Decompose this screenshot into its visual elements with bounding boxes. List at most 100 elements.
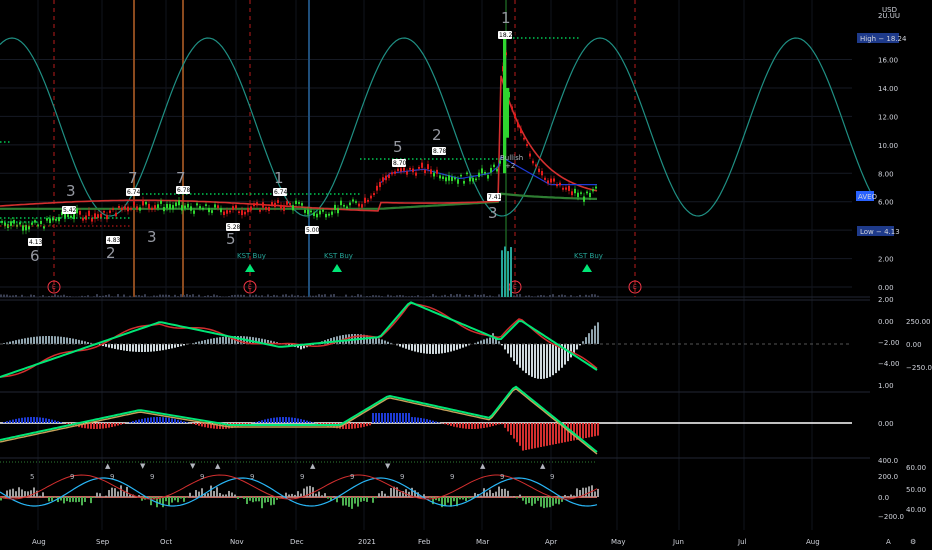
- histogram-bar: [552, 344, 554, 376]
- kst-buy-label-3: KST Buy: [574, 252, 603, 260]
- candle-body: [205, 204, 207, 206]
- price-annotation-text: 6.78: [177, 187, 191, 194]
- volume-bar: [147, 296, 149, 297]
- histogram-bar: [126, 344, 128, 351]
- histogram-bar: [234, 494, 236, 497]
- volume-bar: [411, 295, 413, 297]
- candle-body: [244, 211, 246, 215]
- panel4-right-tick: 50.00: [906, 486, 926, 494]
- histogram-bar: [249, 497, 251, 501]
- histogram-bar: [48, 497, 50, 502]
- candle-body: [409, 168, 411, 170]
- histogram-bar: [303, 419, 305, 423]
- histogram-bar: [408, 413, 410, 423]
- candle-body: [592, 189, 594, 192]
- histogram-bar: [465, 497, 467, 502]
- volume-bar: [405, 296, 407, 297]
- histogram-bar: [540, 423, 542, 447]
- histogram-bar: [567, 495, 569, 497]
- time-tick-label: Apr: [545, 538, 557, 546]
- volume-bar: [456, 294, 458, 297]
- candle-body: [265, 206, 267, 210]
- candle-body: [493, 164, 495, 168]
- histogram-bar: [528, 497, 530, 504]
- candle-body: [271, 202, 273, 205]
- candle-body: [526, 144, 528, 147]
- histogram-bar: [456, 423, 458, 428]
- histogram-bar: [150, 344, 152, 352]
- time-tick-label: Sep: [96, 538, 110, 546]
- histogram-bar: [162, 417, 164, 423]
- candle-body: [529, 153, 531, 157]
- price-annotation-text: 5.00: [306, 227, 320, 234]
- signal-arrow-icon: ▲: [480, 462, 486, 470]
- auto-scale-button[interactable]: A: [886, 538, 891, 546]
- panel2-right-tick: 0.00: [906, 341, 922, 349]
- volume-bar: [525, 295, 527, 297]
- histogram-bar: [558, 423, 560, 444]
- candle-body: [307, 209, 309, 215]
- trading-chart[interactable]: 4.135.424.836.74 6.785.286.745.008.708.78…: [0, 0, 932, 550]
- histogram-bar: [402, 344, 404, 348]
- candle-body: [88, 210, 90, 216]
- histogram-bar: [294, 417, 296, 423]
- candle-body: [355, 201, 357, 203]
- earnings-marker-text: E: [633, 284, 637, 291]
- volume-bar: [291, 294, 293, 297]
- candle-body: [316, 213, 318, 218]
- histogram-bar: [582, 423, 584, 439]
- histogram-bar: [507, 490, 509, 497]
- histogram-bar: [255, 421, 257, 423]
- histogram-bar: [171, 418, 173, 423]
- histogram-bar: [423, 344, 425, 354]
- histogram-bar: [24, 491, 26, 497]
- histogram-bar: [468, 423, 470, 429]
- histogram-bar: [552, 423, 554, 445]
- histogram-bar: [177, 344, 179, 347]
- candle-body: [544, 177, 546, 180]
- histogram-bar: [156, 344, 158, 352]
- histogram-bar: [372, 413, 374, 423]
- settings-gear-icon[interactable]: ⚙: [910, 538, 916, 546]
- candle-body: [31, 222, 33, 225]
- candle-body: [574, 188, 576, 194]
- histogram-bar: [465, 423, 467, 429]
- price-top-label: 2U.UU: [878, 12, 900, 20]
- histogram-bar: [219, 493, 221, 497]
- histogram-bar: [42, 336, 44, 344]
- volume-bar: [558, 295, 560, 297]
- volume-bar: [135, 295, 137, 297]
- volume-bar: [447, 296, 449, 297]
- histogram-bar: [27, 417, 29, 423]
- histogram-bar: [207, 493, 209, 497]
- histogram-bar: [384, 493, 386, 497]
- candle-body: [370, 195, 372, 199]
- volume-bar: [297, 295, 299, 297]
- candle-body: [172, 205, 174, 210]
- candle-body: [547, 180, 549, 184]
- histogram-bar: [309, 485, 311, 497]
- histogram-bar: [195, 342, 197, 344]
- candle-body: [514, 113, 516, 119]
- volume-bar: [519, 294, 521, 297]
- histogram-bar: [198, 423, 200, 426]
- histogram-bar: [423, 494, 425, 497]
- histogram-bar: [174, 344, 176, 348]
- panel2-left-tick: 2.00: [878, 296, 894, 304]
- histogram-bar: [141, 418, 143, 423]
- volume-bar: [300, 296, 302, 297]
- volume-bar: [255, 294, 257, 297]
- histogram-bar: [588, 486, 590, 497]
- volume-bar: [21, 294, 23, 297]
- histogram-bar: [183, 421, 185, 423]
- histogram-bar: [66, 497, 68, 502]
- histogram-bar: [30, 490, 32, 497]
- histogram-bar: [222, 336, 224, 344]
- histogram-bar: [357, 497, 359, 507]
- volume-bar: [252, 295, 254, 297]
- candle-body: [523, 137, 525, 140]
- candle-body: [421, 162, 423, 168]
- histogram-bar: [462, 344, 464, 348]
- histogram-bar: [327, 497, 329, 499]
- volume-bar: [261, 295, 263, 297]
